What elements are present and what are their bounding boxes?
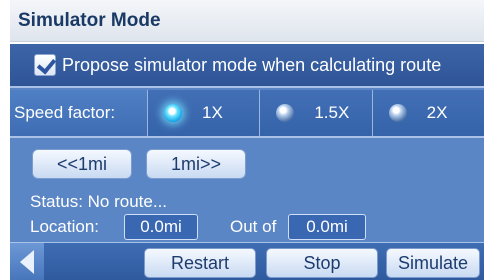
restart-button[interactable]: Restart xyxy=(144,248,256,278)
bottom-toolbar: Restart Stop Simulate xyxy=(10,242,484,280)
propose-simulator-row[interactable]: Propose simulator mode when calculating … xyxy=(10,44,484,88)
speed-factor-label: Speed factor: xyxy=(10,90,148,136)
simulate-button[interactable]: Simulate xyxy=(386,248,480,278)
propose-simulator-label: Propose simulator mode when calculating … xyxy=(62,54,442,75)
page-title: Simulator Mode xyxy=(10,0,484,42)
stop-button[interactable]: Stop xyxy=(266,248,378,278)
speed-option-label: 1.5X xyxy=(314,103,350,122)
speed-option-1-5x[interactable]: 1.5X xyxy=(260,90,373,136)
location-value: 0.0mi xyxy=(124,214,198,240)
simulator-mode-screen: Simulator Mode Propose simulator mode wh… xyxy=(0,0,484,280)
settings-panel: Propose simulator mode when calculating … xyxy=(10,44,484,280)
status-text: Status: No route... xyxy=(30,192,168,211)
out-of-label: Out of xyxy=(230,217,277,236)
out-of-value: 0.0mi xyxy=(288,214,366,240)
speed-factor-row: Speed factor: 1X 1.5X 2X xyxy=(10,90,484,136)
back-1mi-button[interactable]: <<1mi xyxy=(32,149,132,179)
radio-unselected-icon xyxy=(276,104,295,122)
back-button[interactable] xyxy=(10,243,44,280)
location-line: Location: 0.0mi Out of 0.0mi xyxy=(10,214,484,240)
divider xyxy=(10,136,484,138)
speed-option-1x[interactable]: 1X xyxy=(148,90,261,136)
speed-option-label: 2X xyxy=(426,103,448,122)
radio-selected-icon xyxy=(164,104,182,122)
speed-option-label: 1X xyxy=(202,103,223,122)
back-arrow-icon xyxy=(20,250,34,274)
speed-option-2x[interactable]: 2X xyxy=(372,90,484,136)
propose-simulator-checkbox[interactable] xyxy=(34,54,56,76)
forward-1mi-button[interactable]: 1mi>> xyxy=(146,149,246,179)
location-label: Location: xyxy=(30,217,99,236)
radio-unselected-icon xyxy=(388,104,407,122)
